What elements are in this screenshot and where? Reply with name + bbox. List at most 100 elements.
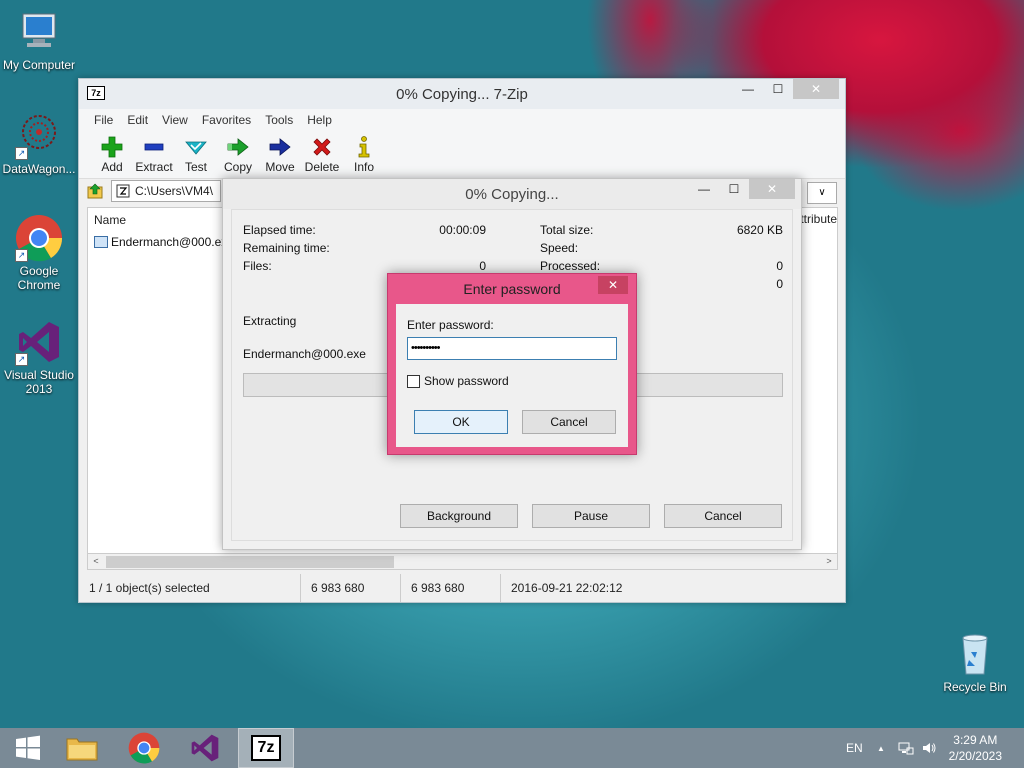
folder-icon	[66, 738, 98, 761]
desktop-icon-datawagon[interactable]: ↗ DataWagon...	[0, 112, 78, 176]
files-value: 0	[479, 259, 486, 273]
desktop-icon-label: Google Chrome	[17, 264, 61, 292]
status-selected: 1 / 1 object(s) selected	[79, 574, 301, 602]
elapsed-time-label: Elapsed time:	[243, 223, 316, 237]
menu-edit[interactable]: Edit	[120, 113, 155, 127]
elapsed-time-value: 00:00:09	[439, 223, 486, 237]
taskbar-visual-studio[interactable]	[177, 728, 233, 768]
maximize-button[interactable]: ☐	[719, 179, 749, 199]
taskbar-file-explorer[interactable]	[54, 728, 110, 768]
enter-password-dialog[interactable]: Enter password ✕ Enter password: •••••••…	[387, 273, 637, 455]
horizontal-scrollbar[interactable]: < >	[87, 553, 838, 570]
operation-label: Extracting	[243, 314, 297, 328]
language-indicator[interactable]: EN	[846, 728, 863, 768]
main-window-title: 0% Copying... 7-Zip	[396, 85, 528, 103]
password-dialog-body: Enter password: •••••••••• Show password…	[396, 304, 628, 447]
desktop-icon-visual-studio[interactable]: ↗ Visual Studio 2013	[0, 318, 78, 396]
background-button[interactable]: Background	[400, 504, 518, 528]
total-size-label: Total size:	[540, 223, 594, 237]
windows-logo-icon	[16, 735, 40, 760]
extract-button[interactable]: Extract	[133, 131, 175, 178]
desktop-icon-my-computer[interactable]: My Computer	[0, 8, 78, 72]
address-input[interactable]: C:\Users\VM4\	[111, 180, 221, 202]
scroll-thumb[interactable]	[106, 556, 394, 568]
password-dialog-titlebar[interactable]: Enter password ✕	[388, 274, 636, 304]
processed-value: 0	[776, 259, 783, 273]
minimize-button[interactable]: —	[733, 79, 763, 99]
close-button[interactable]: ✕	[598, 276, 628, 294]
archive-icon	[116, 184, 130, 198]
copying-dialog-titlebar[interactable]: 0% Copying... — ☐ ✕	[223, 179, 801, 209]
info-button[interactable]: Info	[343, 131, 385, 178]
chrome-icon: ↗	[15, 214, 63, 262]
shortcut-arrow-icon: ↗	[15, 147, 28, 160]
copy-label: Copy	[223, 160, 252, 174]
desktop-icon-recycle-bin[interactable]: Recycle Bin	[936, 630, 1014, 694]
remaining-time-label: Remaining time:	[243, 241, 330, 255]
menu-tools[interactable]: Tools	[258, 113, 300, 127]
extra-stat-value: 0	[776, 277, 783, 291]
files-label: Files:	[243, 259, 272, 273]
taskbar-chrome[interactable]	[116, 728, 172, 768]
toolbar: Add Extract Test Copy Move Delete Info	[79, 131, 845, 179]
delete-label: Delete	[304, 160, 340, 174]
copying-dialog-title: 0% Copying...	[465, 185, 559, 203]
close-button[interactable]: ✕	[793, 79, 839, 99]
visual-studio-icon: ↗	[15, 318, 63, 366]
taskbar: 7z EN ▲ 3:29 AM 2/20/2023	[0, 728, 1024, 768]
column-attributes[interactable]: ttribute	[800, 212, 837, 226]
processed-label: Processed:	[540, 259, 601, 273]
file-name: Endermanch@000.exe	[111, 235, 234, 249]
menu-file[interactable]: File	[87, 113, 120, 127]
speed-label: Speed:	[540, 241, 579, 255]
total-size-value: 6820 KB	[736, 223, 783, 237]
show-password-checkbox[interactable]: Show password	[407, 374, 509, 388]
network-icon[interactable]	[898, 728, 914, 768]
menu-view[interactable]: View	[155, 113, 195, 127]
x-icon	[313, 138, 331, 156]
delete-button[interactable]: Delete	[301, 131, 343, 178]
scroll-left-button[interactable]: <	[88, 554, 104, 569]
computer-icon	[15, 8, 63, 56]
show-hidden-icons-button[interactable]: ▲	[877, 728, 885, 768]
scroll-right-button[interactable]: >	[821, 554, 837, 569]
menu-bar: File Edit View Favorites Tools Help	[79, 109, 845, 131]
close-button[interactable]: ✕	[749, 179, 795, 199]
move-label: Move	[265, 160, 295, 174]
check-icon	[185, 141, 207, 155]
up-folder-icon[interactable]	[87, 182, 105, 200]
desktop-icon-label: DataWagon...	[2, 162, 76, 176]
datawagon-icon: ↗	[15, 112, 63, 160]
minimize-button[interactable]: —	[689, 179, 719, 199]
cancel-button[interactable]: Cancel	[522, 410, 616, 434]
copy-button[interactable]: Copy	[217, 131, 259, 178]
pause-button[interactable]: Pause	[532, 504, 650, 528]
desktop-icon-label: Visual Studio 2013	[4, 368, 74, 396]
add-button[interactable]: Add	[91, 131, 133, 178]
menu-help[interactable]: Help	[300, 113, 339, 127]
clock[interactable]: 3:29 AM 2/20/2023	[949, 732, 1002, 764]
column-name[interactable]: Name	[94, 213, 126, 227]
desktop-icon-google-chrome[interactable]: ↗ Google Chrome	[0, 214, 78, 292]
test-label: Test	[184, 160, 207, 174]
volume-icon[interactable]	[921, 728, 937, 768]
shortcut-arrow-icon: ↗	[15, 353, 28, 366]
current-file-label: Endermanch@000.exe	[243, 347, 366, 361]
test-button[interactable]: Test	[175, 131, 217, 178]
password-input[interactable]: ••••••••••	[407, 337, 617, 360]
info-label: Info	[353, 160, 374, 174]
taskbar-7zip[interactable]: 7z	[238, 728, 294, 768]
checkbox-box[interactable]	[407, 374, 420, 388]
address-dropdown-button[interactable]: ∨	[807, 182, 837, 204]
password-dialog-title: Enter password	[463, 281, 561, 297]
maximize-button[interactable]: ☐	[763, 79, 793, 99]
start-button[interactable]	[0, 728, 56, 768]
cancel-button[interactable]: Cancel	[664, 504, 782, 528]
extract-label: Extract	[135, 160, 173, 174]
main-window-titlebar[interactable]: 7z 0% Copying... 7-Zip — ☐ ✕	[79, 79, 845, 109]
7zip-app-icon: 7z	[87, 86, 105, 100]
menu-favorites[interactable]: Favorites	[195, 113, 258, 127]
clock-date: 2/20/2023	[948, 749, 1002, 763]
move-button[interactable]: Move	[259, 131, 301, 178]
ok-button[interactable]: OK	[414, 410, 508, 434]
